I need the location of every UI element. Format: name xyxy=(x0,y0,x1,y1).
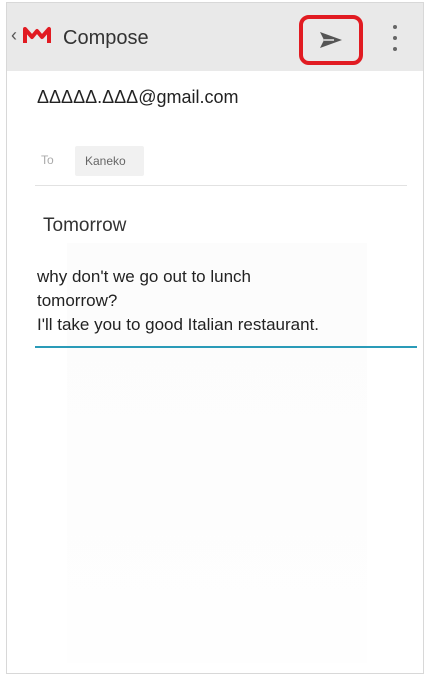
body-line: tomorrow? xyxy=(37,291,118,310)
to-label: To xyxy=(41,153,54,167)
mail-logo-icon xyxy=(23,27,51,43)
phone-screen: ‹ Compose ΔΔΔΔΔ.ΔΔΔ@gmail.com To Kaneko … xyxy=(6,2,424,674)
body-line: I'll take you to good Italian restaurant… xyxy=(37,315,320,334)
send-icon xyxy=(320,32,342,48)
subject-field[interactable]: Tomorrow xyxy=(43,215,126,237)
message-body[interactable]: why don't we go out to lunch tomorrow? I… xyxy=(37,265,421,337)
recipient-chip[interactable]: Kaneko xyxy=(75,146,144,176)
body-line: why don't we go out to lunch xyxy=(37,267,251,286)
to-field[interactable]: To Kaneko xyxy=(35,143,405,183)
body-focus-underline xyxy=(35,346,417,348)
from-address[interactable]: ΔΔΔΔΔ.ΔΔΔ@gmail.com xyxy=(37,87,238,108)
back-arrow-icon[interactable]: ‹ xyxy=(11,25,17,46)
divider xyxy=(35,185,407,186)
app-bar: ‹ Compose xyxy=(7,3,423,71)
page-title: Compose xyxy=(63,27,149,49)
more-vert-icon[interactable] xyxy=(391,25,399,51)
send-button[interactable] xyxy=(299,15,363,65)
